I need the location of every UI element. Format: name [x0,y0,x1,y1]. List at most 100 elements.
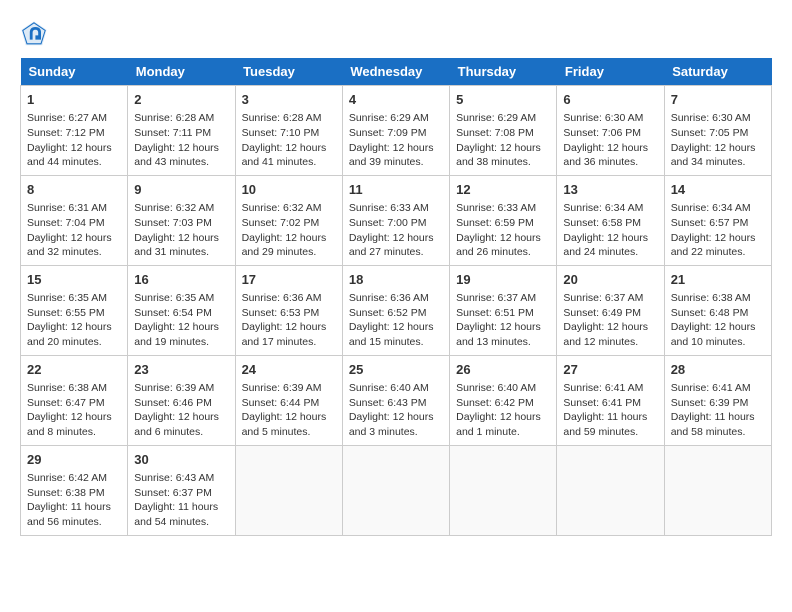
dow-friday: Friday [557,58,664,86]
calendar-day: 19 Sunrise: 6:37 AMSunset: 6:51 PMDayligh… [450,265,557,355]
calendar-day: 26 Sunrise: 6:40 AMSunset: 6:42 PMDayligh… [450,355,557,445]
day-number: 2 [134,91,228,109]
calendar-day: 11 Sunrise: 6:33 AMSunset: 7:00 PMDayligh… [342,175,449,265]
day-number: 18 [349,271,443,289]
calendar-day: 13 Sunrise: 6:34 AMSunset: 6:58 PMDayligh… [557,175,664,265]
day-info: Sunrise: 6:42 AMSunset: 6:38 PMDaylight:… [27,471,121,530]
day-info: Sunrise: 6:33 AMSunset: 7:00 PMDaylight:… [349,201,443,260]
calendar-body: 1Sunrise: 6:27 AMSunset: 7:12 PMDaylight… [21,86,772,536]
calendar-day: 9 Sunrise: 6:32 AMSunset: 7:03 PMDaylight… [128,175,235,265]
calendar-week: 8Sunrise: 6:31 AMSunset: 7:04 PMDaylight… [21,175,772,265]
day-info: Sunrise: 6:34 AMSunset: 6:57 PMDaylight:… [671,201,765,260]
day-number: 1 [27,91,121,109]
calendar-day: 27 Sunrise: 6:41 AMSunset: 6:41 PMDayligh… [557,355,664,445]
calendar-day [342,445,449,535]
calendar-day: 28 Sunrise: 6:41 AMSunset: 6:39 PMDayligh… [664,355,771,445]
calendar-day: 4 Sunrise: 6:29 AMSunset: 7:09 PMDaylight… [342,86,449,176]
day-info: Sunrise: 6:39 AMSunset: 6:44 PMDaylight:… [242,381,336,440]
day-number: 9 [134,181,228,199]
day-number: 22 [27,361,121,379]
calendar-day [557,445,664,535]
day-info: Sunrise: 6:34 AMSunset: 6:58 PMDaylight:… [563,201,657,260]
calendar-week: 22 Sunrise: 6:38 AMSunset: 6:47 PMDayligh… [21,355,772,445]
day-number: 11 [349,181,443,199]
calendar-day: 7Sunrise: 6:30 AMSunset: 7:05 PMDaylight… [664,86,771,176]
day-number: 29 [27,451,121,469]
day-number: 30 [134,451,228,469]
calendar-week: 29 Sunrise: 6:42 AMSunset: 6:38 PMDayligh… [21,445,772,535]
logo-icon [20,20,48,48]
days-of-week-header: SundayMondayTuesdayWednesdayThursdayFrid… [21,58,772,86]
day-number: 6 [563,91,657,109]
day-info: Sunrise: 6:31 AMSunset: 7:04 PMDaylight:… [27,201,121,260]
day-number: 17 [242,271,336,289]
calendar-day: 23 Sunrise: 6:39 AMSunset: 6:46 PMDayligh… [128,355,235,445]
day-info: Sunrise: 6:36 AMSunset: 6:52 PMDaylight:… [349,291,443,350]
day-info: Sunrise: 6:40 AMSunset: 6:42 PMDaylight:… [456,381,550,440]
calendar-day: 20 Sunrise: 6:37 AMSunset: 6:49 PMDayligh… [557,265,664,355]
day-info: Sunrise: 6:40 AMSunset: 6:43 PMDaylight:… [349,381,443,440]
calendar-day: 16 Sunrise: 6:35 AMSunset: 6:54 PMDayligh… [128,265,235,355]
day-number: 26 [456,361,550,379]
calendar-week: 1Sunrise: 6:27 AMSunset: 7:12 PMDaylight… [21,86,772,176]
day-info: Sunrise: 6:41 AMSunset: 6:41 PMDaylight:… [563,381,657,440]
calendar-table: SundayMondayTuesdayWednesdayThursdayFrid… [20,58,772,536]
calendar-day: 14 Sunrise: 6:34 AMSunset: 6:57 PMDayligh… [664,175,771,265]
day-info: Sunrise: 6:43 AMSunset: 6:37 PMDaylight:… [134,471,228,530]
calendar-day: 18 Sunrise: 6:36 AMSunset: 6:52 PMDayligh… [342,265,449,355]
day-number: 12 [456,181,550,199]
calendar-day [664,445,771,535]
day-number: 19 [456,271,550,289]
day-number: 28 [671,361,765,379]
day-info: Sunrise: 6:29 AMSunset: 7:08 PMDaylight:… [456,111,550,170]
day-info: Sunrise: 6:35 AMSunset: 6:55 PMDaylight:… [27,291,121,350]
day-info: Sunrise: 6:29 AMSunset: 7:09 PMDaylight:… [349,111,443,170]
calendar-day: 1Sunrise: 6:27 AMSunset: 7:12 PMDaylight… [21,86,128,176]
day-info: Sunrise: 6:32 AMSunset: 7:02 PMDaylight:… [242,201,336,260]
day-info: Sunrise: 6:28 AMSunset: 7:11 PMDaylight:… [134,111,228,170]
day-number: 13 [563,181,657,199]
calendar-day: 3 Sunrise: 6:28 AMSunset: 7:10 PMDaylight… [235,86,342,176]
day-number: 27 [563,361,657,379]
day-info: Sunrise: 6:35 AMSunset: 6:54 PMDaylight:… [134,291,228,350]
calendar-day: 8Sunrise: 6:31 AMSunset: 7:04 PMDaylight… [21,175,128,265]
calendar-week: 15 Sunrise: 6:35 AMSunset: 6:55 PMDayligh… [21,265,772,355]
calendar-day: 24Sunrise: 6:39 AMSunset: 6:44 PMDayligh… [235,355,342,445]
calendar-day: 10Sunrise: 6:32 AMSunset: 7:02 PMDayligh… [235,175,342,265]
dow-monday: Monday [128,58,235,86]
day-number: 5 [456,91,550,109]
day-number: 23 [134,361,228,379]
calendar-day: 17Sunrise: 6:36 AMSunset: 6:53 PMDayligh… [235,265,342,355]
day-info: Sunrise: 6:28 AMSunset: 7:10 PMDaylight:… [242,111,336,170]
dow-tuesday: Tuesday [235,58,342,86]
day-number: 25 [349,361,443,379]
day-info: Sunrise: 6:37 AMSunset: 6:49 PMDaylight:… [563,291,657,350]
calendar-day: 21 Sunrise: 6:38 AMSunset: 6:48 PMDayligh… [664,265,771,355]
day-number: 21 [671,271,765,289]
day-number: 4 [349,91,443,109]
day-info: Sunrise: 6:41 AMSunset: 6:39 PMDaylight:… [671,381,765,440]
day-number: 20 [563,271,657,289]
header [20,20,772,48]
day-info: Sunrise: 6:39 AMSunset: 6:46 PMDaylight:… [134,381,228,440]
day-number: 15 [27,271,121,289]
day-number: 14 [671,181,765,199]
dow-sunday: Sunday [21,58,128,86]
day-info: Sunrise: 6:38 AMSunset: 6:47 PMDaylight:… [27,381,121,440]
dow-wednesday: Wednesday [342,58,449,86]
dow-thursday: Thursday [450,58,557,86]
day-info: Sunrise: 6:33 AMSunset: 6:59 PMDaylight:… [456,201,550,260]
dow-saturday: Saturday [664,58,771,86]
day-info: Sunrise: 6:38 AMSunset: 6:48 PMDaylight:… [671,291,765,350]
day-info: Sunrise: 6:32 AMSunset: 7:03 PMDaylight:… [134,201,228,260]
day-number: 16 [134,271,228,289]
calendar-day [235,445,342,535]
calendar-day: 12 Sunrise: 6:33 AMSunset: 6:59 PMDayligh… [450,175,557,265]
calendar-day: 2 Sunrise: 6:28 AMSunset: 7:11 PMDaylight… [128,86,235,176]
day-info: Sunrise: 6:37 AMSunset: 6:51 PMDaylight:… [456,291,550,350]
day-number: 7 [671,91,765,109]
day-info: Sunrise: 6:30 AMSunset: 7:06 PMDaylight:… [563,111,657,170]
calendar-day: 5 Sunrise: 6:29 AMSunset: 7:08 PMDaylight… [450,86,557,176]
day-number: 3 [242,91,336,109]
calendar-day: 6 Sunrise: 6:30 AMSunset: 7:06 PMDaylight… [557,86,664,176]
